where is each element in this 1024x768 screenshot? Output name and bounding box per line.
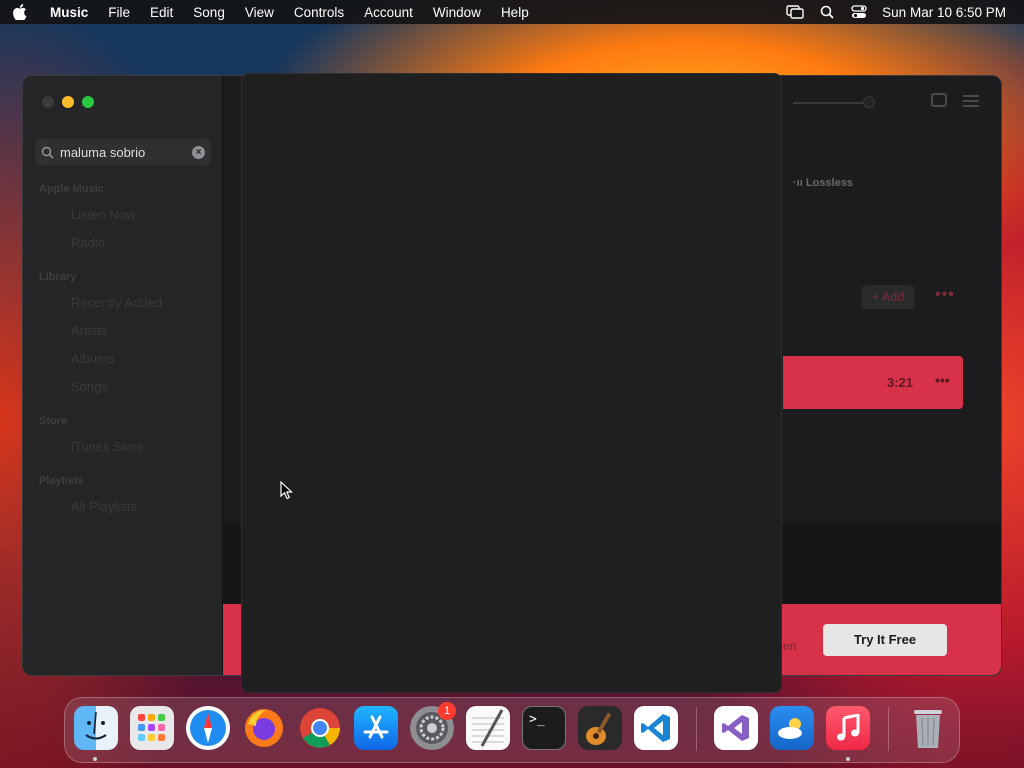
add-button[interactable]: + Add: [861, 285, 915, 309]
visual-studio-icon[interactable]: [714, 706, 758, 750]
textedit-icon[interactable]: [466, 706, 510, 750]
promo-text: en: [783, 639, 797, 653]
vscode-icon[interactable]: [634, 706, 678, 750]
menu-view[interactable]: View: [235, 5, 284, 20]
more-options-icon[interactable]: •••: [935, 286, 955, 304]
blank-overlay-panel[interactable]: [241, 73, 782, 693]
launchpad-icon[interactable]: [130, 706, 174, 750]
terminal-icon[interactable]: >_: [522, 706, 566, 750]
garageband-icon[interactable]: [578, 706, 622, 750]
menu-edit[interactable]: Edit: [140, 5, 183, 20]
mouse-cursor-icon: [280, 480, 293, 505]
chrome-icon[interactable]: [298, 706, 342, 750]
music-running-indicator: [846, 757, 850, 761]
sidebar: maluma sobrio × Apple Music Listen Now R…: [23, 76, 223, 675]
search-icon: [41, 146, 54, 159]
sidebar-item-recently-added[interactable]: Recently Added: [71, 295, 162, 310]
lossless-label: Lossless: [805, 177, 853, 189]
section-apple-music: Apple Music: [39, 183, 104, 195]
app-store-icon[interactable]: [354, 706, 398, 750]
section-store: Store: [39, 415, 68, 427]
menu-app-name[interactable]: Music: [40, 5, 98, 20]
menu-window[interactable]: Window: [423, 5, 491, 20]
menu-controls[interactable]: Controls: [284, 5, 354, 20]
section-library: Library: [39, 271, 77, 283]
menu-file[interactable]: File: [98, 5, 140, 20]
menu-song[interactable]: Song: [183, 5, 235, 20]
zoom-button[interactable]: [82, 96, 94, 108]
up-next-list-icon[interactable]: [963, 95, 979, 110]
sidebar-item-all-playlists[interactable]: All Playlists: [71, 499, 137, 514]
sidebar-item-itunes-store[interactable]: iTunes Store: [71, 439, 144, 454]
sidebar-item-listen-now[interactable]: Listen Now: [71, 207, 135, 222]
volume-knob[interactable]: [863, 96, 875, 108]
control-center-icon[interactable]: [850, 5, 868, 19]
sidebar-item-songs[interactable]: Songs: [71, 379, 108, 394]
menu-account[interactable]: Account: [354, 5, 423, 20]
music-icon[interactable]: [826, 706, 870, 750]
menu-help[interactable]: Help: [491, 5, 539, 20]
notification-badge: 1: [438, 702, 456, 720]
window-controls: [42, 96, 94, 108]
firefox-icon[interactable]: [242, 706, 286, 750]
apple-menu-icon[interactable]: [0, 4, 40, 20]
section-playlists: Playlists: [39, 475, 84, 487]
search-input[interactable]: maluma sobrio: [60, 145, 192, 160]
menu-bar: Music File Edit Song View Controls Accou…: [0, 0, 1024, 24]
close-button[interactable]: [42, 96, 54, 108]
try-it-free-button[interactable]: Try It Free: [823, 624, 947, 656]
menu-clock[interactable]: Sun Mar 10 6:50 PM: [882, 5, 1006, 20]
clear-search-icon[interactable]: ×: [192, 145, 205, 159]
lossless-wave-icon: ·ıı: [793, 177, 806, 189]
lossless-badge: ·ıı Lossless: [793, 177, 853, 189]
minimize-button[interactable]: [62, 96, 74, 108]
finder-icon[interactable]: [74, 706, 118, 750]
sidebar-item-albums[interactable]: Albums: [71, 351, 114, 366]
search-field[interactable]: maluma sobrio ×: [35, 139, 211, 165]
lyrics-icon[interactable]: [931, 93, 947, 107]
weather-icon[interactable]: [770, 706, 814, 750]
dock-separator: [696, 707, 697, 751]
safari-icon[interactable]: [186, 706, 230, 750]
sidebar-item-radio[interactable]: Radio: [71, 235, 105, 250]
sidebar-item-artists[interactable]: Artists: [71, 323, 107, 338]
finder-running-indicator: [93, 757, 97, 761]
spotlight-search-icon[interactable]: [818, 5, 836, 19]
trash-icon[interactable]: [906, 706, 950, 750]
song-duration: 3:21: [887, 375, 914, 390]
dock-separator-trash: [888, 707, 889, 751]
volume-slider[interactable]: [793, 102, 863, 104]
screen-mirroring-icon[interactable]: [786, 5, 804, 19]
song-more-icon[interactable]: •••: [935, 372, 950, 388]
